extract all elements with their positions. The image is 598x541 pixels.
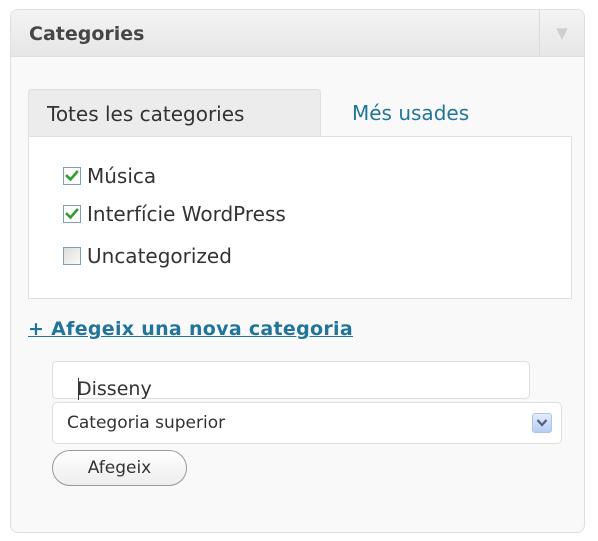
new-category-name-input[interactable]: Disseny (52, 361, 530, 400)
tab-most-used[interactable]: Més usades (352, 101, 469, 125)
add-category-button-label: Afegeix (87, 458, 152, 478)
chevron-down-icon (536, 419, 548, 427)
header-divider (539, 10, 540, 56)
parent-category-select-value: Categoria superior (67, 413, 226, 433)
category-checkbox[interactable] (63, 247, 81, 265)
category-checkbox[interactable] (63, 167, 81, 185)
checkmark-icon (65, 208, 79, 220)
dropdown-arrow-icon[interactable] (532, 413, 552, 433)
categories-box-header[interactable]: Categories ▼ (11, 10, 584, 57)
collapse-toggle-icon[interactable]: ▼ (548, 22, 576, 44)
category-label: Interfície WordPress (87, 202, 286, 226)
checkmark-icon (65, 170, 79, 182)
categories-box-title: Categories (29, 23, 145, 45)
tab-all-categories[interactable]: Totes les categories (28, 89, 321, 136)
add-category-button[interactable]: Afegeix (52, 450, 187, 486)
tab-all-categories-label: Totes les categories (47, 102, 245, 126)
category-checkbox[interactable] (63, 205, 81, 223)
text-caret (78, 378, 79, 400)
new-category-name-value: Disseny (77, 378, 152, 400)
add-new-category-link[interactable]: + Afegeix una nova categoria (28, 318, 353, 340)
category-checklist: Música Interfície WordPress Uncategorize… (28, 136, 572, 299)
parent-category-select[interactable]: Categoria superior (52, 402, 562, 444)
category-label: Uncategorized (87, 244, 232, 268)
category-label: Música (87, 164, 157, 188)
